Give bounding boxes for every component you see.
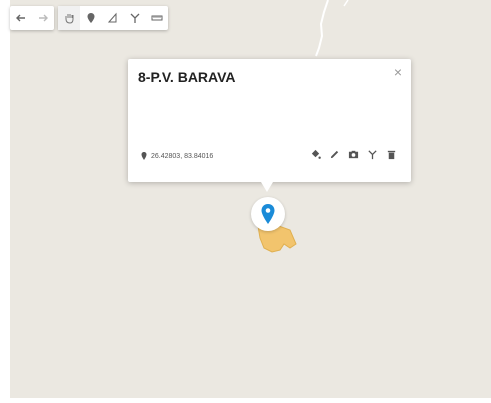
style-button[interactable] <box>310 149 321 160</box>
route-icon <box>368 150 377 160</box>
road <box>343 0 349 7</box>
marker-icon <box>261 204 275 224</box>
measure-button[interactable] <box>146 6 168 30</box>
route-icon <box>130 13 140 23</box>
tools-group <box>58 6 168 30</box>
coordinates-row: 26.42803, 83.84016 <box>141 152 213 160</box>
popup-actions <box>310 149 397 160</box>
hand-icon <box>65 14 74 24</box>
trash-icon <box>387 150 396 160</box>
map-toolbar <box>10 5 168 31</box>
close-icon[interactable]: × <box>394 64 402 80</box>
location-marker[interactable] <box>251 197 285 231</box>
add-marker-button[interactable] <box>80 6 102 30</box>
edit-button[interactable] <box>329 149 340 160</box>
paint-bucket-icon <box>311 149 321 159</box>
marker-icon <box>87 13 95 23</box>
ruler-icon <box>151 15 163 21</box>
edit-pencil-icon <box>330 150 339 159</box>
feature-title: 8-P.V. BARAVA <box>138 69 236 85</box>
redo-button[interactable] <box>32 6 54 30</box>
draw-line-icon <box>107 12 117 23</box>
popup-pointer <box>261 182 273 192</box>
history-group <box>10 6 54 30</box>
delete-button[interactable] <box>386 149 397 160</box>
draw-line-button[interactable] <box>102 6 124 30</box>
camera-icon <box>348 150 359 159</box>
road <box>315 0 329 57</box>
undo-button[interactable] <box>10 6 32 30</box>
add-route-button[interactable] <box>124 6 146 30</box>
add-photo-button[interactable] <box>348 149 359 160</box>
location-pin-icon <box>141 152 147 160</box>
coordinates-text: 26.42803, 83.84016 <box>151 152 214 160</box>
pan-tool-button[interactable] <box>58 6 80 30</box>
feature-info-popup: 8-P.V. BARAVA × 26.42803, 83.84016 <box>128 59 411 182</box>
undo-icon <box>16 14 25 22</box>
directions-button[interactable] <box>367 149 378 160</box>
redo-icon <box>39 14 48 22</box>
